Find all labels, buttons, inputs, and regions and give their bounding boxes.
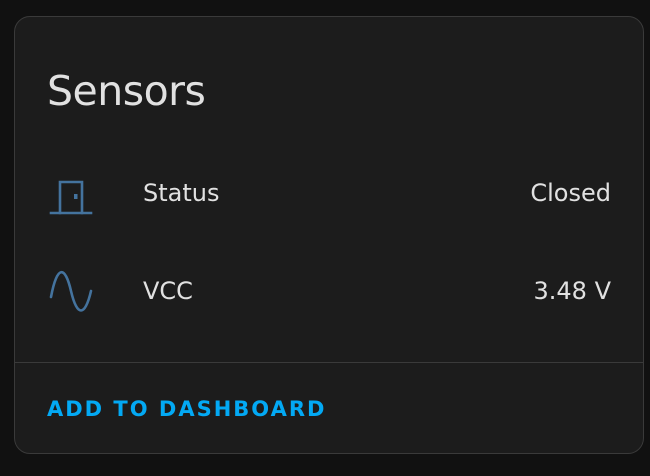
add-to-dashboard-button[interactable]: ADD TO DASHBOARD xyxy=(31,385,342,433)
door-closed-icon xyxy=(47,169,95,217)
entity-value-vcc: 3.48 V xyxy=(533,277,611,305)
entity-name-vcc: VCC xyxy=(143,277,193,305)
card-title: Sensors xyxy=(47,67,206,115)
entity-row-vcc[interactable]: VCC 3.48 V xyxy=(15,263,643,319)
sine-wave-icon xyxy=(47,267,95,315)
card-actions-divider xyxy=(15,362,643,363)
sensors-card: Sensors Status Closed VCC 3.48 V ADD TO … xyxy=(14,16,644,454)
entity-row-status[interactable]: Status Closed xyxy=(15,165,643,221)
entity-name-status: Status xyxy=(143,179,220,207)
entity-value-status: Closed xyxy=(530,179,611,207)
